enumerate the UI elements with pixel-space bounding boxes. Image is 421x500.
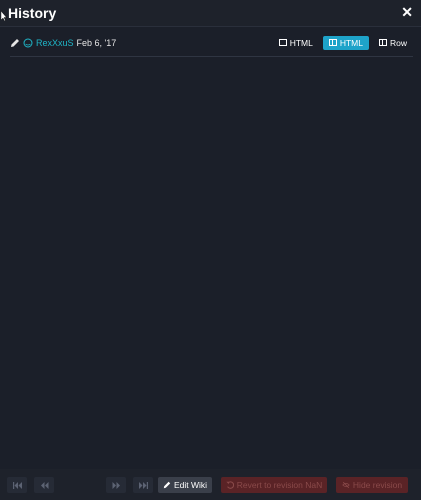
- skip-back-icon: [12, 481, 22, 489]
- modal-title: History: [8, 5, 57, 21]
- toggle-html-raw[interactable]: HTML: [273, 36, 319, 50]
- pencil-icon: [163, 481, 171, 489]
- modal-footer: Edit Wiki Revert to revision NaN Hide re…: [0, 469, 421, 500]
- eye-slash-icon: [342, 481, 350, 489]
- mouse-cursor-icon: [1, 11, 7, 21]
- close-icon[interactable]: ✕: [401, 5, 413, 19]
- revision-date: Feb 6, '17: [76, 38, 117, 48]
- next-revision-button[interactable]: [106, 477, 126, 493]
- edit-wiki-button[interactable]: Edit Wiki: [158, 477, 212, 493]
- undo-icon: [226, 481, 234, 489]
- rewind-icon: [40, 481, 48, 489]
- first-revision-button[interactable]: [7, 477, 27, 493]
- split-view-icon: [328, 39, 337, 46]
- last-revision-button[interactable]: [133, 477, 153, 493]
- revision-info: RexXxuS Feb 6, '17: [10, 35, 116, 51]
- previous-revision-button[interactable]: [34, 477, 54, 493]
- columns-icon: [378, 39, 387, 46]
- hide-label: Hide revision: [352, 480, 403, 490]
- square-icon: [278, 39, 287, 46]
- edit-wiki-label: Edit Wiki: [173, 480, 208, 490]
- revision-content: [10, 57, 413, 468]
- skip-forward-icon: [138, 481, 148, 489]
- author-link[interactable]: RexXxuS: [36, 38, 74, 48]
- toggle-html-rendered[interactable]: HTML: [322, 35, 369, 50]
- toggle-row[interactable]: Row: [373, 36, 413, 50]
- fast-forward-icon: [112, 481, 120, 489]
- revert-revision-button[interactable]: Revert to revision NaN: [221, 477, 327, 493]
- avatar: [23, 38, 33, 48]
- toggle-label: HTML: [339, 37, 363, 48]
- revert-label: Revert to revision NaN: [236, 480, 323, 490]
- pencil-icon: [11, 39, 19, 47]
- toggle-label: Row: [389, 37, 407, 48]
- hide-revision-button[interactable]: Hide revision: [336, 477, 408, 493]
- toggle-label: HTML: [289, 37, 313, 48]
- modal-header: History ✕: [0, 0, 421, 27]
- view-mode-toggles: HTML HTML Row: [273, 35, 413, 50]
